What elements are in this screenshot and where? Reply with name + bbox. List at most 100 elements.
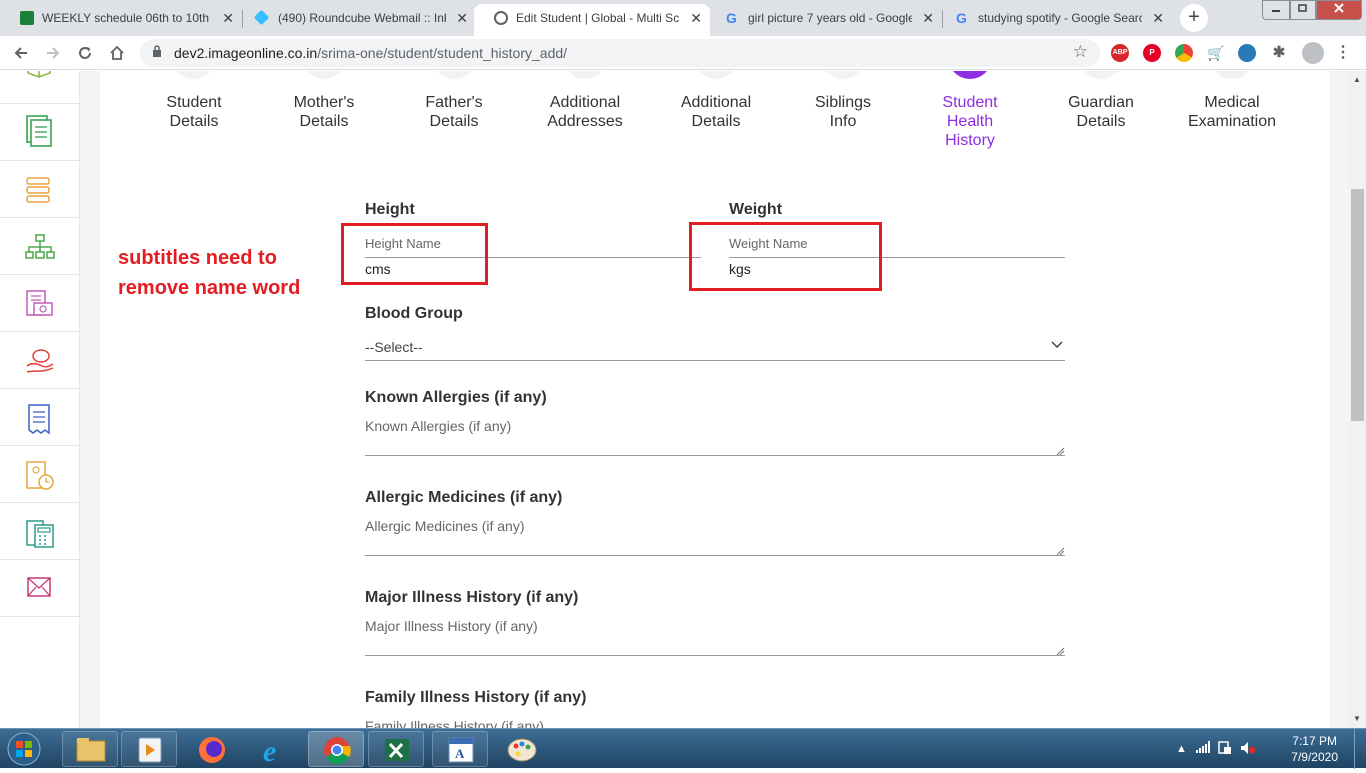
page-scrollbar[interactable]: ▲ ▼ [1349, 71, 1366, 728]
allergic-medicines-textarea[interactable]: Allergic Medicines (if any) [365, 512, 1065, 556]
taskbar-chrome[interactable] [308, 731, 364, 767]
sidebar-item-receipts[interactable] [0, 389, 80, 446]
tab-title: studying spotify - Google Searc [978, 11, 1142, 25]
app-sidebar [0, 71, 80, 728]
restore-icon [1298, 4, 1307, 12]
step-student-details[interactable]: Student Details [134, 71, 254, 131]
tab-girl-picture-search[interactable]: G girl picture 7 years old - Google ✕ [706, 4, 942, 36]
chrome-icon [324, 737, 351, 764]
id-card-clock-icon [26, 461, 54, 490]
start-button[interactable] [4, 731, 48, 767]
hierarchy-icon [25, 234, 55, 259]
show-hidden-icons-icon[interactable]: ▲ [1176, 743, 1187, 755]
back-button[interactable] [8, 40, 34, 66]
step-label: Additional Addresses [547, 94, 623, 130]
folder-icon [76, 738, 106, 762]
weight-label: Weight [729, 201, 783, 218]
new-tab-button[interactable]: + [1180, 4, 1208, 32]
allergies-placeholder: Known Allergies (if any) [365, 418, 512, 434]
sidebar-item-fees[interactable] [0, 275, 80, 332]
sidebar-item-attendance[interactable] [0, 446, 80, 503]
step-fathers-details[interactable]: Father's Details [394, 71, 514, 131]
windows-logo-icon [7, 732, 41, 766]
step-circle [694, 71, 738, 79]
home-button[interactable] [104, 40, 130, 66]
minimize-button[interactable] [1262, 0, 1290, 20]
step-additional-details[interactable]: Additional Details [656, 71, 776, 131]
address-bar[interactable]: dev2.imageonline.co.in/srima-one/student… [140, 39, 1100, 67]
step-label: Student Health History [942, 94, 998, 149]
scrollbar-thumb[interactable] [1351, 189, 1364, 421]
scroll-down-arrow-icon[interactable]: ▼ [1353, 714, 1361, 723]
sidebar-item-dashboard[interactable] [0, 71, 80, 104]
step-circle [302, 71, 346, 79]
tab-studying-spotify-search[interactable]: G studying spotify - Google Searc ✕ [936, 4, 1172, 36]
allergies-underline [365, 455, 1065, 456]
tab-edit-student[interactable]: Edit Student | Global - Multi Sch ✕ [474, 4, 710, 36]
browser-menu-icon[interactable]: ⋮ [1334, 44, 1352, 62]
sidebar-item-list[interactable] [0, 161, 80, 218]
close-icon[interactable]: ✕ [690, 4, 702, 32]
action-center-icon[interactable] [1218, 741, 1232, 755]
taskbar-media-player[interactable] [121, 731, 177, 767]
sidebar-item-hierarchy[interactable] [0, 218, 80, 275]
step-siblings-info[interactable]: Siblings Info [783, 71, 903, 131]
taskbar-wordpad[interactable]: A [432, 731, 488, 767]
step-circle [1210, 71, 1254, 79]
cart-extension-icon[interactable]: 🛒 [1207, 44, 1225, 62]
adblock-plus-icon[interactable]: ABP [1111, 44, 1129, 62]
sidebar-item-payments[interactable] [0, 332, 80, 389]
page-area: Student Details Mother's Details Father'… [0, 71, 1366, 728]
bookmark-star-icon[interactable]: ☆ [1073, 42, 1088, 62]
tab-title: girl picture 7 years old - Google [748, 11, 912, 25]
step-student-health-history[interactable]: Student Health History [910, 71, 1030, 150]
step-guardian-details[interactable]: Guardian Details [1041, 71, 1161, 131]
sidebar-item-documents[interactable] [0, 104, 80, 161]
step-medical-examination[interactable]: Medical Examination [1172, 71, 1292, 131]
annotation-box-weight [689, 222, 882, 291]
pinterest-icon[interactable]: P [1143, 44, 1161, 62]
major-illness-placeholder: Major Illness History (if any) [365, 618, 538, 634]
receipt-icon [28, 404, 50, 435]
tab-roundcube-webmail[interactable]: (490) Roundcube Webmail :: Inb ✕ [236, 4, 476, 36]
form-stepper: Student Details Mother's Details Father'… [100, 71, 1330, 161]
close-icon[interactable]: ✕ [222, 4, 234, 32]
reload-button[interactable] [72, 40, 98, 66]
url-text[interactable]: dev2.imageonline.co.in/srima-one/student… [174, 45, 567, 61]
allergies-label: Known Allergies (if any) [365, 389, 547, 406]
allergies-textarea[interactable]: Known Allergies (if any) [365, 412, 1065, 456]
network-signal-icon[interactable] [1196, 741, 1210, 753]
major-illness-textarea[interactable]: Major Illness History (if any) [365, 612, 1065, 656]
close-icon[interactable]: ✕ [1152, 4, 1164, 32]
forward-button[interactable] [40, 40, 66, 66]
close-icon[interactable]: ✕ [456, 4, 468, 32]
taskbar-firefox[interactable] [184, 731, 240, 767]
profile-avatar[interactable] [1302, 42, 1324, 64]
close-icon[interactable]: ✕ [922, 4, 934, 32]
step-additional-addresses[interactable]: Additional Addresses [525, 71, 645, 131]
maximize-button[interactable] [1290, 0, 1316, 20]
chrome-extension-icon[interactable] [1175, 44, 1193, 62]
extensions-puzzle-icon[interactable]: ✱ [1270, 44, 1288, 62]
taskbar-excel[interactable] [368, 731, 424, 767]
scroll-up-arrow-icon[interactable]: ▲ [1353, 75, 1361, 84]
tab-weekly-schedule[interactable]: WEEKLY schedule 06th to 10th J ✕ [0, 4, 242, 36]
blood-group-select[interactable]: --Select-- [365, 331, 1065, 361]
sidebar-item-messages[interactable] [0, 560, 80, 617]
taskbar-file-explorer[interactable] [62, 731, 118, 767]
url-host: dev2.imageonline.co.in [174, 45, 318, 61]
volume-muted-icon[interactable] [1240, 741, 1256, 755]
excel-icon [385, 739, 409, 761]
list-icon [26, 177, 50, 203]
show-desktop-button[interactable] [1354, 729, 1366, 769]
globe-extension-icon[interactable] [1238, 44, 1256, 62]
sheets-icon [20, 11, 34, 25]
chevron-down-icon [1051, 341, 1063, 349]
taskbar-internet-explorer[interactable]: e [245, 731, 301, 768]
taskbar-paint[interactable] [494, 731, 550, 767]
step-mothers-details[interactable]: Mother's Details [264, 71, 384, 131]
taskbar-clock[interactable]: 7:17 PM 7/9/2020 [1291, 733, 1338, 765]
family-illness-textarea[interactable]: Family Illness History (if any) [365, 712, 1065, 728]
window-close-button[interactable] [1316, 0, 1362, 20]
sidebar-item-accounts[interactable] [0, 503, 80, 560]
